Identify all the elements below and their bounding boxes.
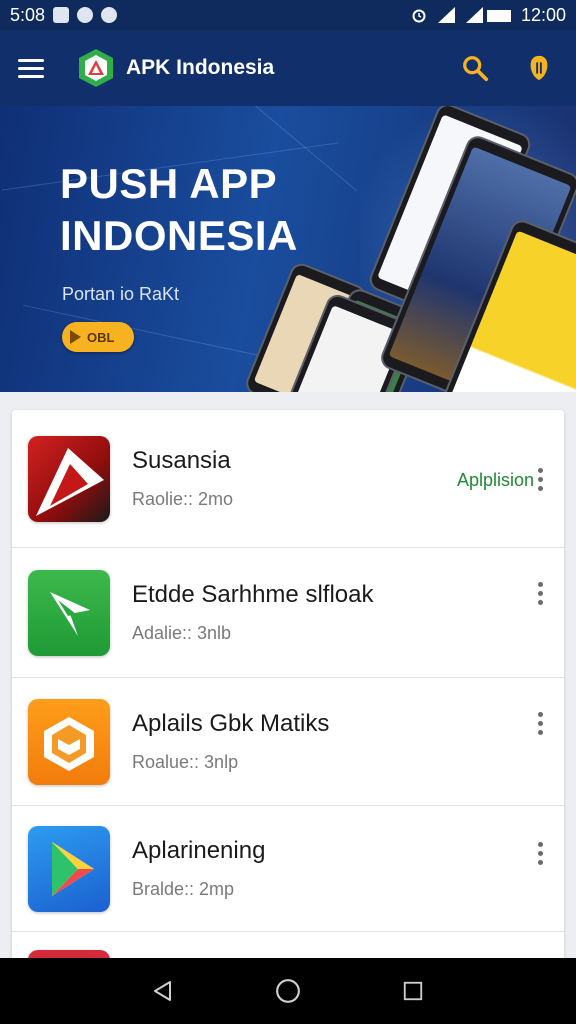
image-notification-icon	[53, 7, 70, 23]
more-options-icon[interactable]	[532, 578, 548, 608]
alarm-icon	[412, 9, 426, 23]
banner-subtitle: Portan io RaKt	[62, 284, 180, 304]
app-title: APK Indonesia	[126, 56, 275, 79]
app-list: Susansia Raolie:: 2mo Aplplision Etdde S…	[12, 410, 564, 970]
banner-title-line1: PUSH APP	[60, 160, 278, 207]
list-item[interactable]: Etdde Sarhhme slfloak Adalie:: 3nlb	[12, 548, 564, 678]
banner-title: PUSH APP INDONESIA	[60, 158, 298, 262]
search-icon[interactable]	[460, 53, 490, 83]
app-name: Susansia	[132, 447, 231, 474]
hamburger-menu-icon[interactable]	[18, 50, 54, 86]
more-options-icon[interactable]	[532, 708, 548, 738]
wifi-signal-icon	[465, 7, 511, 23]
banner-play-button[interactable]: OBL	[62, 322, 134, 352]
sync-notification-icon	[101, 7, 118, 23]
recents-icon[interactable]	[393, 971, 433, 1011]
back-icon[interactable]	[143, 971, 183, 1011]
banner-button-label: OBL	[87, 329, 115, 345]
orange-cube-icon	[28, 698, 110, 785]
app-name: Etdde Sarhhme slfloak	[132, 581, 374, 608]
list-item[interactable]: Aplails Gbk Matiks Roalue:: 3nlp	[12, 678, 564, 806]
app-meta: Raolie:: 2mo	[132, 489, 234, 509]
more-options-icon[interactable]	[532, 464, 548, 494]
home-icon[interactable]	[268, 971, 308, 1011]
promo-banner[interactable]: PUSH APP INDONESIA Portan io RaKt OBL	[0, 106, 576, 392]
app-meta: Bralde:: 2mp	[132, 879, 235, 899]
status-bar: 5:08 12:00	[0, 0, 576, 30]
status-time-left: 5:08	[10, 4, 46, 25]
app-bar: APK Indonesia	[0, 30, 576, 106]
apk-indonesia-logo	[79, 49, 113, 87]
app-tag: Aplplision	[456, 470, 534, 490]
app-meta: Roalue:: 3nlp	[132, 752, 239, 772]
more-options-icon[interactable]	[532, 838, 548, 868]
app-name: Aplarinening	[132, 837, 266, 864]
green-arrow-icon	[28, 569, 110, 656]
system-nav-bar	[0, 958, 576, 1024]
list-item[interactable]: Susansia Raolie:: 2mo Aplplision	[12, 410, 564, 548]
status-time-right: 12:00	[520, 4, 566, 25]
signal-icon	[437, 7, 455, 23]
red-play-icon	[28, 435, 110, 522]
app-meta: Adalie:: 3nlb	[132, 623, 232, 643]
banner-title-line2: INDONESIA	[60, 212, 298, 259]
app-name: Aplails Gbk Matiks	[132, 710, 330, 737]
list-item[interactable]: Aplarinening Bralde:: 2mp	[12, 806, 564, 932]
notification-icon	[77, 7, 94, 23]
play-store-icon	[28, 825, 110, 912]
badge-icon[interactable]	[524, 53, 554, 83]
play-icon	[70, 330, 81, 344]
